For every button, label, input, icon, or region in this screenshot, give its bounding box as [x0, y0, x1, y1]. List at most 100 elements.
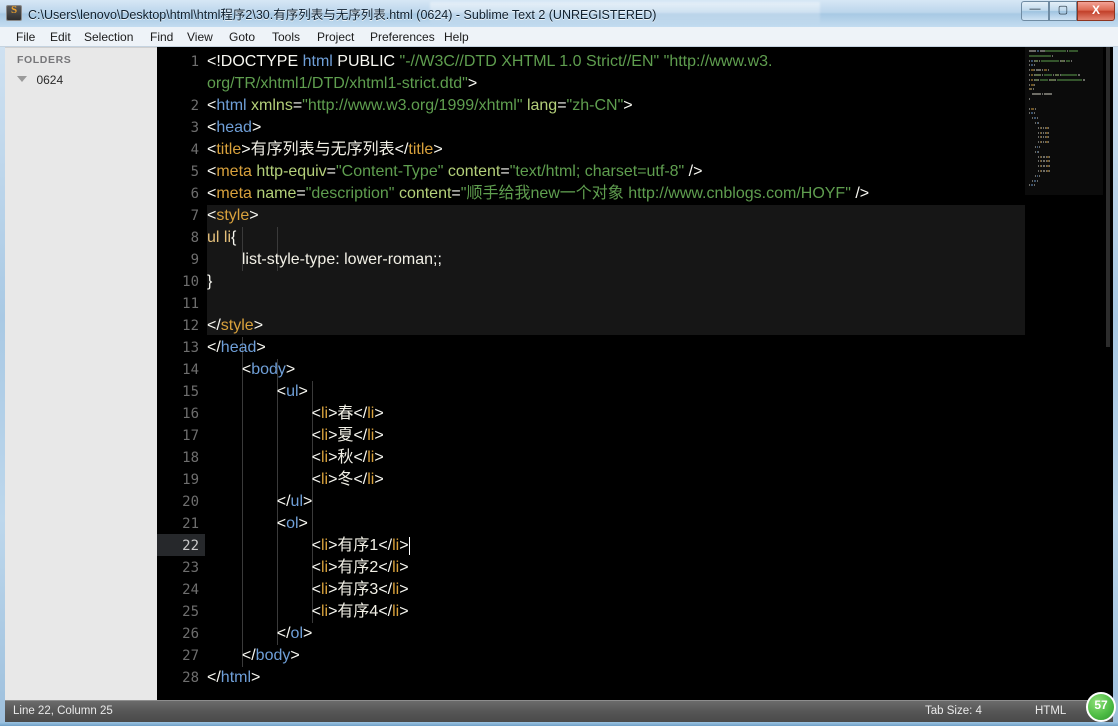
code-token: <	[207, 207, 217, 224]
triangle-down-icon[interactable]	[17, 75, 27, 82]
minimap-line	[1029, 54, 1052, 57]
line-number: 9	[190, 252, 199, 268]
shield-badge-icon[interactable]: 57	[1086, 692, 1116, 722]
minimap-line	[1051, 54, 1053, 57]
window-bottom-border	[0, 722, 1118, 726]
line-number: 4	[190, 142, 199, 158]
menu-item-view[interactable]: View	[183, 29, 217, 45]
menu-item-file[interactable]: File	[12, 29, 39, 45]
code-token: lower-roman	[344, 251, 434, 268]
line-number: 17	[182, 428, 199, 444]
code-line[interactable]: <title>有序列表与无序列表</title>	[207, 139, 443, 161]
code-line[interactable]: <ol>	[207, 513, 308, 535]
close-icon: X	[1091, 3, 1100, 17]
code-line[interactable]: </body>	[207, 645, 300, 667]
minimap[interactable]	[1025, 47, 1113, 700]
code-token: </	[241, 647, 256, 664]
code-token: =	[451, 185, 461, 202]
menu-item-project[interactable]: Project	[313, 29, 358, 45]
code-token: </	[378, 603, 393, 620]
code-line[interactable]: <head>	[207, 117, 261, 139]
code-token: />	[850, 185, 870, 202]
code-line[interactable]: <li>有序2</li>	[207, 557, 409, 579]
menu-item-selection[interactable]: Selection	[80, 29, 137, 45]
code-token: li	[320, 603, 329, 620]
menu-item-tools[interactable]: Tools	[268, 29, 304, 45]
code-line[interactable]: ul li{	[207, 227, 236, 249]
code-token: >	[253, 317, 264, 334]
code-token: "http://www.w3.	[663, 53, 773, 70]
code-token: >	[290, 647, 300, 664]
code-line[interactable]: <li>有序1</li>	[207, 535, 409, 557]
code-token: =	[326, 163, 336, 180]
title-bar: C:\Users\lenovo\Desktop\html\html程序2\30.…	[0, 0, 1118, 27]
language-status[interactable]: HTML	[1035, 705, 1066, 717]
menu-item-edit[interactable]: Edit	[46, 29, 75, 45]
maximize-button[interactable]: ▢	[1049, 1, 1077, 21]
code-line[interactable]: <ul>	[207, 381, 308, 403]
code-token: body	[251, 361, 286, 378]
code-line[interactable]: </html>	[207, 667, 260, 689]
code-line[interactable]: <meta http-equiv="Content-Type" content=…	[207, 161, 702, 183]
code-token: </	[353, 405, 368, 422]
code-token: >	[249, 207, 259, 224]
code-token: html	[216, 97, 247, 114]
minimap-line	[1068, 50, 1078, 52]
code-line[interactable]: <li>春</li>	[207, 403, 384, 425]
minimap-line	[1040, 59, 1060, 62]
code-line[interactable]: }	[207, 271, 212, 293]
code-line[interactable]: <li>有序4</li>	[207, 601, 409, 623]
code-token: 夏	[337, 427, 354, 444]
code-line[interactable]: </ul>	[207, 491, 313, 513]
menu-item-help[interactable]: Help	[440, 29, 473, 45]
tab-size-status[interactable]: Tab Size: 4	[925, 705, 982, 717]
minimap-line	[1033, 64, 1035, 67]
close-button[interactable]: X	[1077, 1, 1115, 21]
code-line[interactable]: org/TR/xhtml1/DTD/xhtml1-strict.dtd">	[207, 73, 477, 95]
code-token: >	[399, 603, 409, 620]
minimap-line	[1049, 165, 1051, 168]
code-line[interactable]: <li>有序3</li>	[207, 579, 409, 601]
code-token: "http://www.w3.org/1999/xhtml"	[302, 97, 523, 114]
code-token: <	[311, 537, 321, 554]
code-line[interactable]: <meta name="description" content="顺手给我ne…	[207, 183, 869, 205]
code-line[interactable]: </ol>	[207, 623, 313, 645]
code-token: >	[433, 141, 443, 158]
code-line[interactable]: </head>	[207, 337, 266, 359]
code-token: </	[276, 493, 291, 510]
minimap-line	[1036, 117, 1038, 120]
code-line[interactable]: <body>	[207, 359, 295, 381]
line-number: 24	[182, 582, 199, 598]
code-line[interactable]: <li>秋</li>	[207, 447, 384, 469]
code-line[interactable]: </style>	[207, 315, 263, 337]
code-line[interactable]: <li>夏</li>	[207, 425, 384, 447]
code-token: org/TR/xhtml1/DTD/xhtml1-strict.dtd"	[207, 75, 468, 92]
code-token: <	[311, 471, 321, 488]
minimize-icon: —	[1029, 3, 1041, 15]
code-line[interactable]: <li>冬</li>	[207, 469, 384, 491]
minimap-line	[1035, 74, 1042, 76]
code-editor[interactable]: 1 2 3 4 5 6 7 8 9 10 11 12 13 14 15 16 17 18 19 20 21 22 23 24 2…	[157, 47, 1113, 700]
code-token: <	[207, 97, 217, 114]
minimap-line	[1048, 126, 1050, 129]
minimap-line	[1045, 50, 1067, 52]
sidebar-item-folder-0624[interactable]: 0624	[17, 71, 63, 87]
minimap-scrollbar[interactable]	[1106, 47, 1110, 347]
code-line[interactable]: <html xmlns="http://www.w3.org/1999/xhtm…	[207, 95, 633, 117]
menu-item-find[interactable]: Find	[146, 29, 177, 45]
code-token: "Content-Type"	[335, 163, 444, 180]
code-line[interactable]: <!DOCTYPE html PUBLIC "-//W3C//DTD XHTML…	[207, 51, 772, 73]
minimap-line	[1071, 59, 1072, 62]
code-line[interactable]: list-style-type: lower-roman;;	[207, 249, 442, 271]
code-token: <!DOCTYPE	[207, 53, 299, 70]
menu-item-preferences[interactable]: Preferences	[366, 29, 439, 45]
menu-item-goto[interactable]: Goto	[225, 29, 259, 45]
maximize-icon: ▢	[1057, 4, 1069, 16]
code-token: 有序3	[337, 581, 379, 598]
code-token: :	[335, 251, 345, 268]
code-token: </	[394, 141, 409, 158]
code-token: meta	[216, 185, 252, 202]
minimap-line	[1036, 179, 1038, 182]
code-line[interactable]: <style>	[207, 205, 259, 227]
minimize-button[interactable]: —	[1021, 1, 1049, 21]
